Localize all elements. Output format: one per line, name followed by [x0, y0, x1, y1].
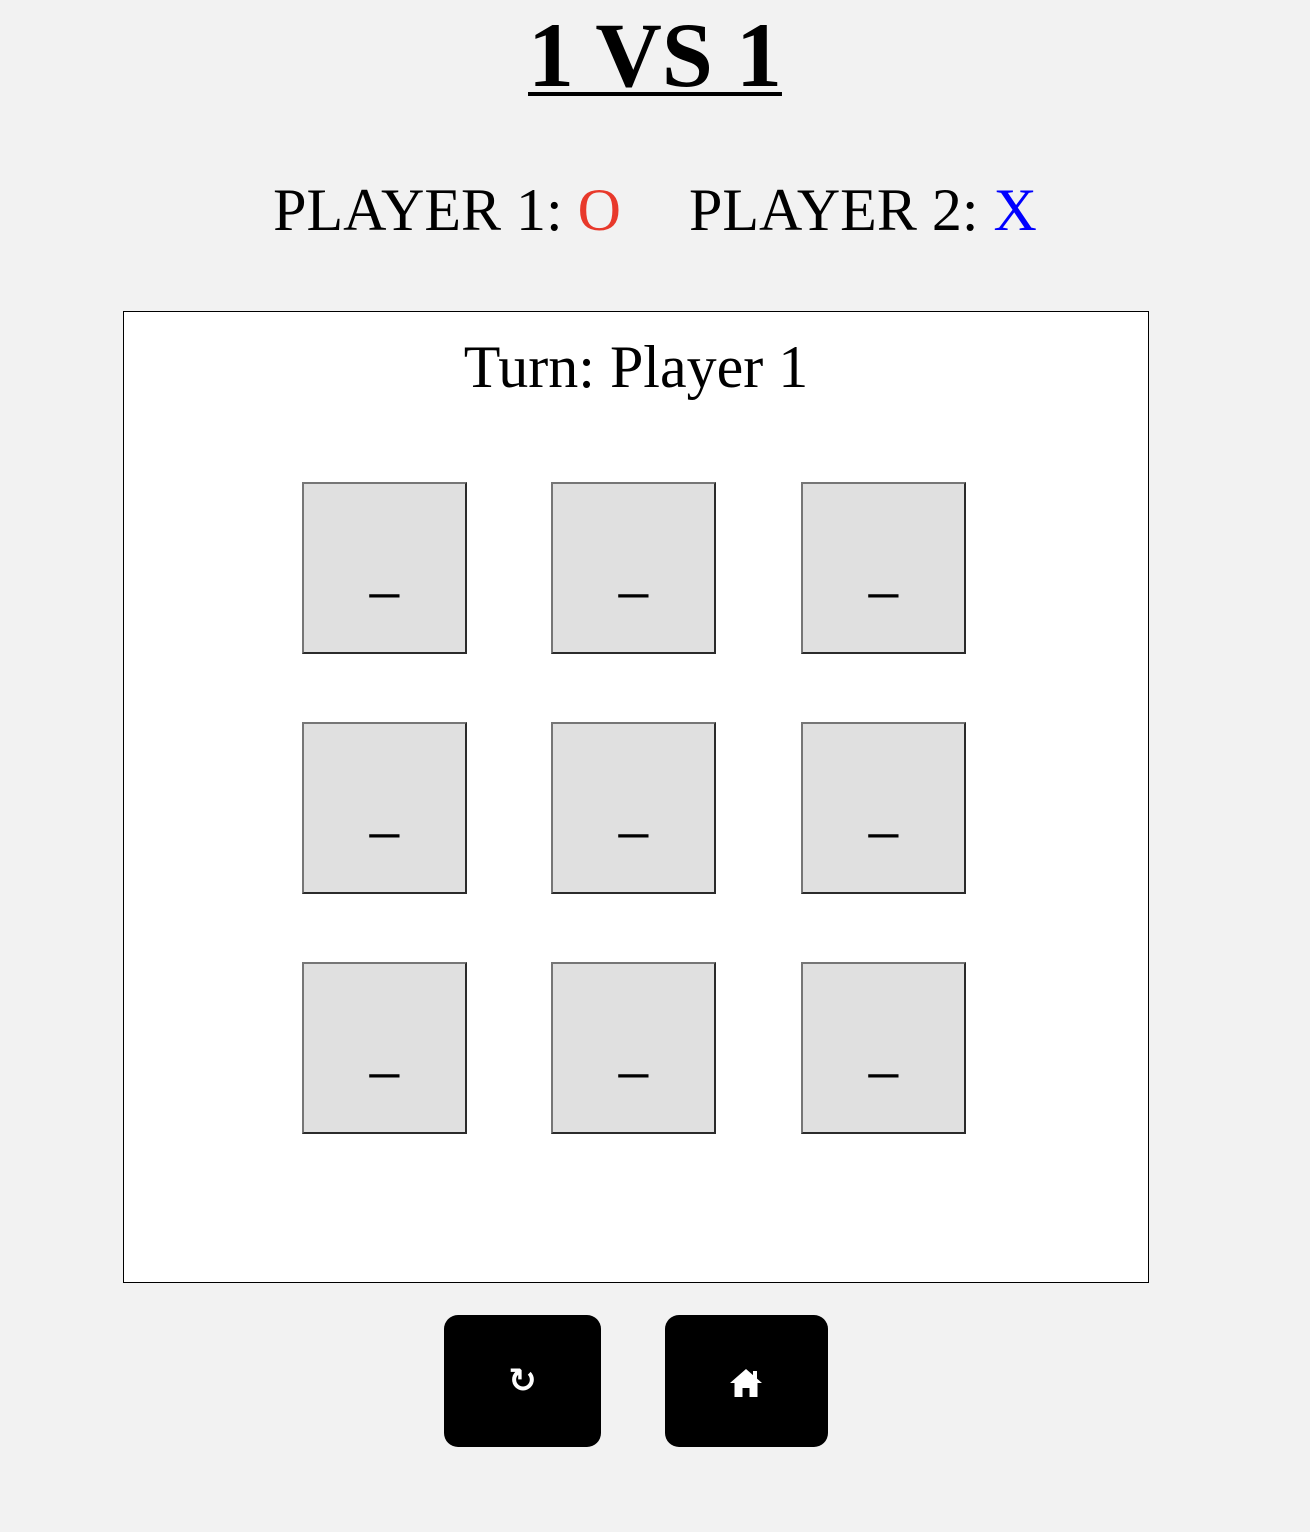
home-button[interactable] [665, 1315, 828, 1447]
board-cell-6[interactable]: _ [801, 722, 966, 894]
board-cell-3[interactable]: _ [801, 482, 966, 654]
player-2-mark: X [993, 177, 1037, 243]
board-cell-9[interactable]: _ [801, 962, 966, 1134]
cell-mark: _ [370, 541, 399, 599]
restart-icon: ↻ [508, 1361, 537, 1401]
cell-mark: _ [619, 1021, 648, 1079]
cell-mark: _ [370, 1021, 399, 1079]
board-panel: Turn: Player 1 _ _ _ _ _ _ _ _ _ [123, 311, 1149, 1283]
cell-mark: _ [869, 1021, 898, 1079]
player-2-label: PLAYER 2: [689, 177, 979, 243]
turn-indicator: Turn: Player 1 [463, 334, 809, 400]
restart-button[interactable]: ↻ [444, 1315, 601, 1447]
player-legend: PLAYER 1: O PLAYER 2: X [0, 170, 1310, 250]
cell-mark: _ [619, 541, 648, 599]
board-cell-1[interactable]: _ [302, 482, 467, 654]
game-title-text: 1 VS 1 [528, 4, 782, 106]
board-cell-4[interactable]: _ [302, 722, 467, 894]
game-title: 1 VS 1 [0, 0, 1310, 110]
cell-mark: _ [619, 781, 648, 839]
board-cell-8[interactable]: _ [551, 962, 716, 1134]
cell-mark: _ [869, 781, 898, 839]
cell-mark: _ [370, 781, 399, 839]
player-1-label: PLAYER 1: [273, 177, 563, 243]
board-cell-5[interactable]: _ [551, 722, 716, 894]
home-icon [730, 1369, 762, 1397]
board-cell-2[interactable]: _ [551, 482, 716, 654]
player-1-mark: O [577, 177, 621, 243]
board-cell-7[interactable]: _ [302, 962, 467, 1134]
cell-mark: _ [869, 541, 898, 599]
